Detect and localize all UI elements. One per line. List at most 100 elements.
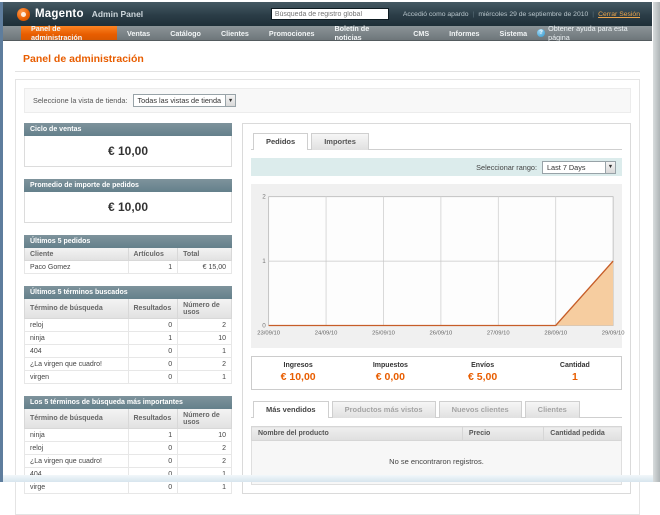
magento-logo-icon (17, 7, 30, 21)
box-title: Últimos 5 pedidos (24, 235, 232, 248)
stat-value: € 5,00 (468, 371, 498, 383)
table-row: ninja 1 10 (24, 428, 232, 442)
help-link[interactable]: ? Obtener ayuda para esta página (537, 24, 642, 42)
nav-item-reports[interactable]: Informes (439, 26, 489, 40)
nav-item-sales[interactable]: Ventas (117, 26, 160, 40)
column-header: Artículos (127, 248, 179, 261)
svg-text:23/09/10: 23/09/10 (257, 330, 280, 336)
svg-text:25/09/10: 25/09/10 (372, 330, 395, 336)
column-header: Nombre del producto (251, 426, 463, 441)
stat-label: Envíos (471, 362, 495, 369)
column-header: Número de usos (177, 409, 232, 429)
last-search-terms-box: Últimos 5 términos buscados Término de b… (24, 286, 232, 384)
logo-subtitle: Admin Panel (91, 9, 144, 19)
tab-most-viewed[interactable]: Productos más vistos (331, 401, 436, 418)
page-title: Panel de administración (23, 53, 144, 65)
orders-chart: 0 1 2 23/09/10 24/09/10 25/09/10 26/09/10 27/09… (251, 184, 625, 348)
table-header-row: Término de búsqueda Resultados Número de u… (24, 409, 232, 429)
global-search-input[interactable] (270, 8, 389, 20)
grids-tabs: Más vendidos Productos más vistos Nuevos… (251, 400, 622, 418)
totals-bar: Ingresos € 10,00 Impuestos € 0,00 Envíos… (251, 356, 622, 390)
column-header: Término de búsqueda (24, 409, 129, 429)
header-bar: Magento Admin Panel Accedió como apardo … (3, 2, 652, 26)
average-orders-box: Promedio de importe de pedidos € 10,00 (24, 179, 232, 223)
tab-new-customers[interactable]: Nuevos clientes (438, 401, 522, 418)
table-row: 404 0 1 (24, 344, 232, 358)
table-row: ¿La virgen que cuadro! 0 2 (24, 454, 232, 468)
box-title: Promedio de importe de pedidos (24, 179, 232, 192)
svg-text:28/09/10: 28/09/10 (544, 330, 567, 336)
box-title: Los 5 términos de búsqueda más important… (24, 396, 232, 409)
nav-item-dashboard[interactable]: Panel de administración (21, 24, 117, 42)
last-search-terms-table: Término de búsqueda Resultados Número de u… (24, 299, 232, 384)
stat-shipping: Envíos € 5,00 (437, 362, 529, 383)
table-row: reloj 0 2 (24, 318, 232, 332)
help-label: Obtener ayuda para esta página (548, 24, 628, 42)
svg-text:0: 0 (262, 322, 266, 329)
logged-in-as: Accedió como apardo (402, 10, 469, 18)
table-row: reloj 0 2 (24, 441, 232, 455)
store-view-switcher: Seleccione la vista de tienda: Todas las… (24, 88, 631, 113)
tab-customers[interactable]: Clientes (524, 401, 580, 418)
nav-item-cms[interactable]: CMS (403, 26, 439, 40)
separator: | (592, 10, 595, 18)
lifetime-sales-box: Ciclo de ventas € 10,00 (24, 123, 232, 167)
grid-header-row: Nombre del producto Precio Cantidad pedida (251, 426, 622, 441)
stat-value: 1 (571, 371, 578, 383)
table-row: virge 0 1 (24, 480, 232, 494)
dashboard-left-column: Ciclo de ventas € 10,00 Promedio de impo… (24, 123, 232, 506)
stat-label: Cantidad (559, 362, 590, 369)
tab-amounts[interactable]: Importes (311, 133, 369, 150)
range-label: Seleccionar rango: (476, 162, 537, 172)
store-view-label: Seleccione la vista de tienda: (33, 96, 128, 105)
title-divider (15, 71, 640, 72)
column-header: Total (177, 248, 232, 261)
nav-item-system[interactable]: Sistema (490, 26, 538, 40)
stat-label: Impuestos (372, 362, 408, 369)
logout-link[interactable]: Cerrar Sesión (598, 11, 640, 18)
svg-text:27/09/10: 27/09/10 (487, 330, 510, 336)
chevron-down-icon: ▼ (605, 161, 615, 173)
column-header: Número de usos (177, 299, 232, 319)
svg-text:2: 2 (262, 194, 266, 201)
tab-orders[interactable]: Pedidos (253, 133, 309, 150)
average-orders-value: € 10,00 (24, 192, 232, 223)
column-header: Cantidad pedida (543, 426, 622, 441)
range-select[interactable]: Last 7 Days ▼ (542, 160, 616, 174)
table-body: ninja 1 10 reloj 0 2 ¿La virgen que cuadro! 0 2 4… (24, 428, 232, 494)
dashboard-wrapper: Seleccione la vista de tienda: Todas las… (15, 79, 640, 515)
nav-item-catalog[interactable]: Catálogo (160, 26, 211, 40)
last-orders-table: Cliente Artículos Total Paco Gomez 1 € 15,00 (24, 248, 232, 274)
table-row: ninja 1 10 (24, 331, 232, 345)
dashboard-diagram-panel: Pedidos Importes Seleccionar rango: Last… (242, 123, 631, 494)
column-header: Precio (461, 426, 545, 441)
diagram-tabs: Pedidos Importes (251, 132, 622, 150)
box-title: Ciclo de ventas (24, 123, 232, 136)
content-area: Panel de administración Seleccione la vi… (3, 41, 652, 515)
store-view-select[interactable]: Todas las vistas de tienda ▼ (132, 94, 237, 107)
tab-bestsellers[interactable]: Más vendidos (253, 401, 329, 418)
lifetime-sales-value: € 10,00 (24, 136, 232, 167)
last-orders-box: Últimos 5 pedidos Cliente Artículos Total … (24, 235, 232, 274)
table-header-row: Término de búsqueda Resultados Número de u… (24, 299, 232, 319)
column-header: Resultados (127, 299, 179, 319)
table-body: Paco Gomez 1 € 15,00 (24, 260, 232, 274)
table-row: virgen 0 1 (24, 370, 232, 384)
table-header-row: Cliente Artículos Total (24, 248, 232, 261)
stat-quantity: Cantidad 1 (529, 362, 621, 383)
window-edge-left (0, 2, 3, 482)
svg-text:1: 1 (262, 258, 266, 265)
stat-label: Ingresos (283, 362, 313, 369)
separator: | (472, 10, 475, 18)
stat-value: € 0,00 (375, 371, 405, 383)
stat-value: € 10,00 (280, 371, 316, 383)
column-header: Cliente (24, 248, 129, 261)
window-edge-bottom (0, 475, 660, 482)
magento-logo: Magento Admin Panel (17, 7, 144, 21)
nav-item-customers[interactable]: Clientes (211, 26, 259, 40)
bestsellers-grid: Nombre del producto Precio Cantidad pedida (251, 426, 622, 441)
nav-item-promotions[interactable]: Promociones (259, 26, 325, 40)
orders-chart-canvas: 0 1 2 23/09/10 24/09/10 25/09/10 26/09/10 27/09… (255, 189, 625, 346)
admin-page: Magento Admin Panel Accedió como apardo … (3, 2, 652, 515)
nav-item-newsletter[interactable]: Boletín de noticias (324, 24, 403, 42)
